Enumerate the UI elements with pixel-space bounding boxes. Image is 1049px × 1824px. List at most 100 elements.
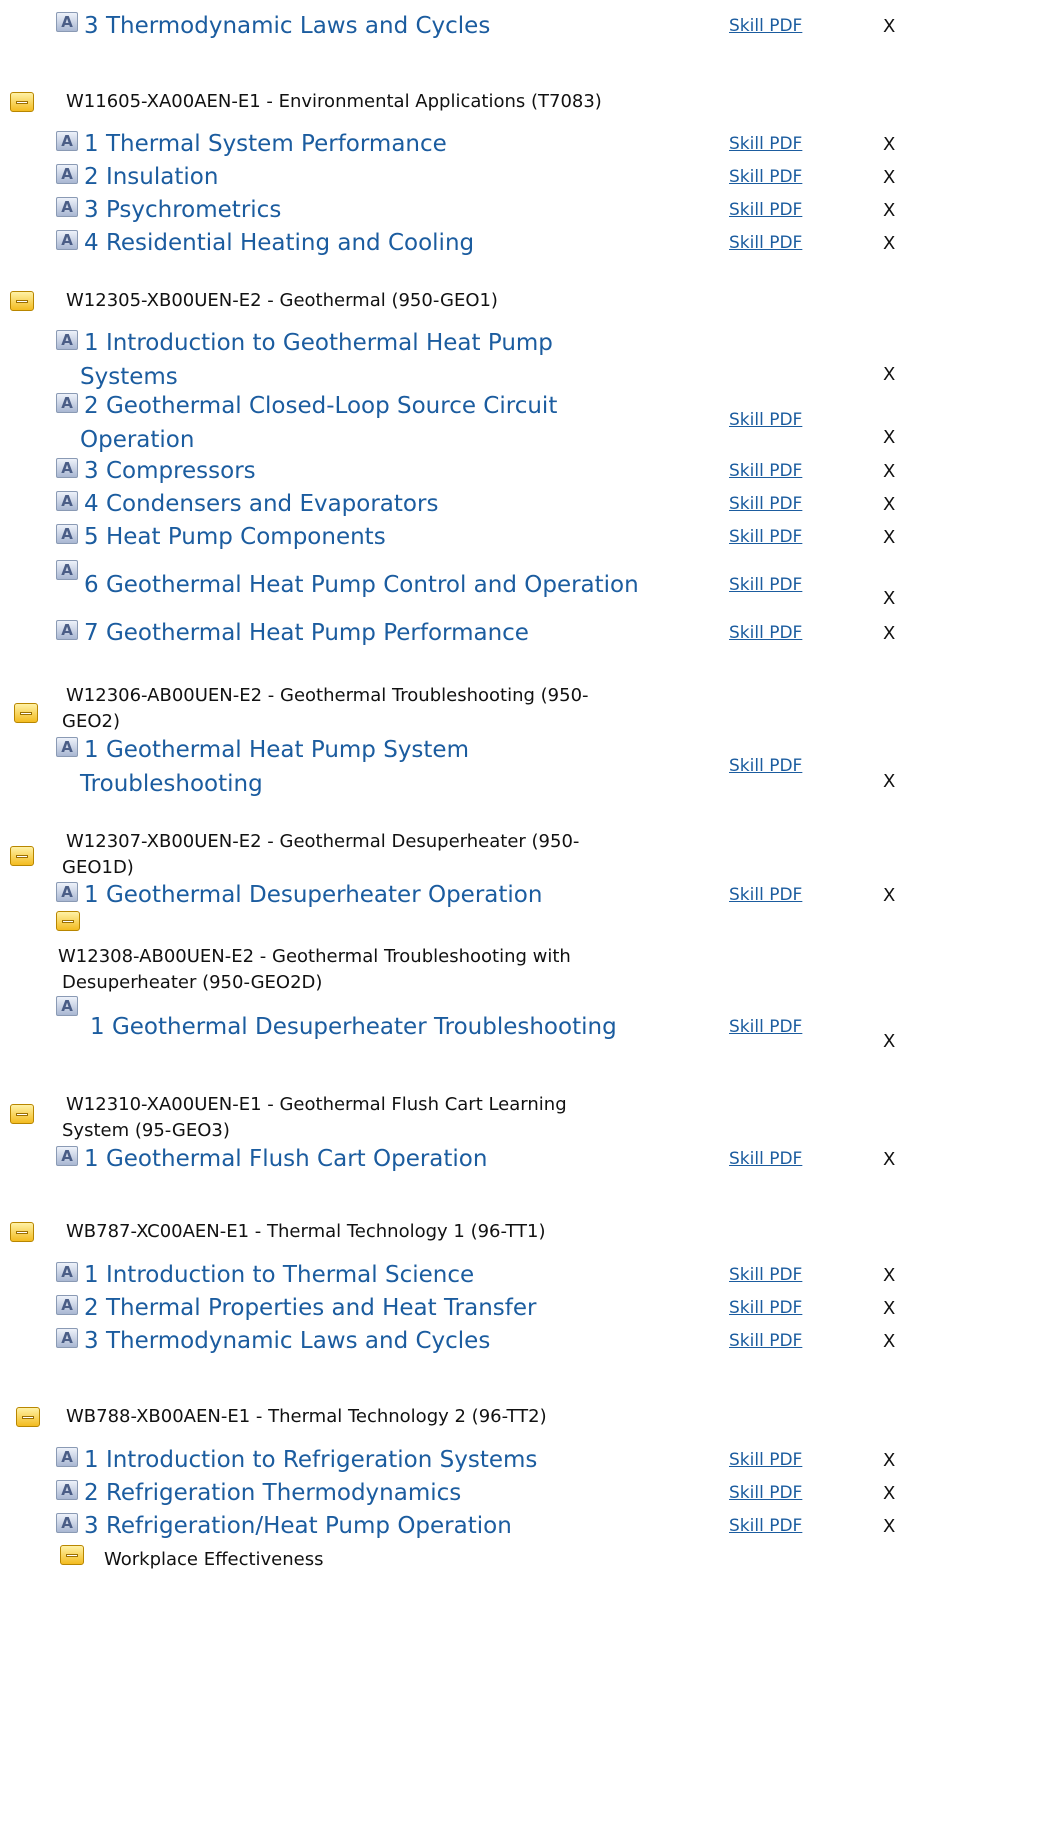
course-heading-line1: W12306-AB00UEN-E2 - Geothermal Troublesh…	[66, 685, 589, 706]
remove-x-button[interactable]: X	[883, 1483, 895, 1504]
course-title[interactable]: 1 Geothermal Desuperheater Troubleshooti…	[90, 1011, 617, 1043]
remove-x-button[interactable]: X	[883, 1516, 895, 1537]
activity-a-icon: A	[56, 1295, 78, 1315]
remove-x-button[interactable]: X	[883, 885, 895, 906]
course-heading: WB788-XB00AEN-E1 - Thermal Technology 2 …	[66, 1406, 547, 1427]
course-title-line1[interactable]: 1 Introduction to Geothermal Heat Pump	[84, 327, 553, 359]
course-title[interactable]: 3 Refrigeration/Heat Pump Operation	[84, 1510, 512, 1542]
skill-pdf-link[interactable]: Skill PDF	[729, 623, 802, 643]
course-title-line2[interactable]: Operation	[80, 424, 194, 456]
course-title[interactable]: 6 Geothermal Heat Pump Control and Opera…	[84, 569, 639, 601]
course-title[interactable]: 5 Heat Pump Components	[84, 521, 386, 553]
skill-pdf-link[interactable]: Skill PDF	[729, 575, 802, 595]
activity-a-icon: A	[56, 1480, 78, 1500]
course-title[interactable]: 2 Thermal Properties and Heat Transfer	[84, 1292, 536, 1324]
remove-x-button[interactable]: X	[883, 494, 895, 515]
activity-a-icon: A	[56, 737, 78, 757]
collapse-minus-icon[interactable]	[14, 703, 38, 723]
course-title[interactable]: 2 Refrigeration Thermodynamics	[84, 1477, 461, 1509]
course-title[interactable]: 7 Geothermal Heat Pump Performance	[84, 617, 529, 649]
skill-pdf-link[interactable]: Skill PDF	[729, 1017, 802, 1037]
skill-pdf-link[interactable]: Skill PDF	[729, 410, 802, 430]
collapse-minus-icon[interactable]	[10, 1104, 34, 1124]
skill-pdf-link[interactable]: Skill PDF	[729, 167, 802, 187]
remove-x-button[interactable]: X	[883, 461, 895, 482]
skill-pdf-link[interactable]: Skill PDF	[729, 494, 802, 514]
remove-x-button[interactable]: X	[883, 771, 895, 792]
course-heading-line1: W12310-XA00UEN-E1 - Geothermal Flush Car…	[66, 1094, 567, 1115]
course-title[interactable]: 4 Residential Heating and Cooling	[84, 227, 474, 259]
course-heading-line2: System (95-GEO3)	[62, 1120, 230, 1141]
course-heading-line1: W12308-AB00UEN-E2 - Geothermal Troublesh…	[58, 946, 571, 967]
course-title[interactable]: 3 Thermodynamic Laws and Cycles	[84, 1325, 490, 1357]
remove-x-button[interactable]: X	[883, 364, 895, 385]
skill-pdf-link[interactable]: Skill PDF	[729, 1265, 802, 1285]
collapse-minus-icon[interactable]	[60, 1545, 84, 1565]
remove-x-button[interactable]: X	[883, 427, 895, 448]
course-heading: WB787-XC00AEN-E1 - Thermal Technology 1 …	[66, 1221, 546, 1242]
course-title[interactable]: 2 Insulation	[84, 161, 218, 193]
course-title[interactable]: 4 Condensers and Evaporators	[84, 488, 438, 520]
skill-pdf-link[interactable]: Skill PDF	[729, 16, 802, 36]
skill-pdf-link[interactable]: Skill PDF	[729, 1483, 802, 1503]
course-title-line2[interactable]: Troubleshooting	[80, 768, 263, 800]
course-title[interactable]: 1 Geothermal Desuperheater Operation	[84, 879, 542, 911]
remove-x-button[interactable]: X	[883, 16, 895, 37]
skill-pdf-link[interactable]: Skill PDF	[729, 885, 802, 905]
course-heading: W11605-XA00AEN-E1 - Environmental Applic…	[66, 91, 602, 112]
skill-pdf-link[interactable]: Skill PDF	[729, 1331, 802, 1351]
course-title-line1[interactable]: 1 Geothermal Heat Pump System	[84, 734, 469, 766]
remove-x-button[interactable]: X	[883, 200, 895, 221]
activity-a-icon: A	[56, 458, 78, 478]
remove-x-button[interactable]: X	[883, 134, 895, 155]
course-heading: W12305-XB00UEN-E2 - Geothermal (950-GEO1…	[66, 290, 498, 311]
course-title-line2[interactable]: Systems	[80, 361, 178, 393]
skill-pdf-link[interactable]: Skill PDF	[729, 1149, 802, 1169]
remove-x-button[interactable]: X	[883, 1031, 895, 1052]
skill-pdf-link[interactable]: Skill PDF	[729, 1516, 802, 1536]
activity-a-icon: A	[56, 1447, 78, 1467]
activity-a-icon: A	[56, 12, 78, 32]
course-heading: Workplace Effectiveness	[104, 1549, 324, 1570]
activity-a-icon: A	[56, 882, 78, 902]
skill-pdf-link[interactable]: Skill PDF	[729, 1450, 802, 1470]
collapse-minus-icon[interactable]	[16, 1407, 40, 1427]
skill-pdf-link[interactable]: Skill PDF	[729, 200, 802, 220]
course-title[interactable]: 1 Thermal System Performance	[84, 128, 447, 160]
course-title[interactable]: 1 Geothermal Flush Cart Operation	[84, 1143, 487, 1175]
activity-a-icon: A	[56, 524, 78, 544]
collapse-minus-icon[interactable]	[10, 92, 34, 112]
activity-a-icon: A	[56, 560, 78, 580]
activity-a-icon: A	[56, 1146, 78, 1166]
remove-x-button[interactable]: X	[883, 1265, 895, 1286]
remove-x-button[interactable]: X	[883, 527, 895, 548]
remove-x-button[interactable]: X	[883, 1331, 895, 1352]
remove-x-button[interactable]: X	[883, 1149, 895, 1170]
collapse-minus-icon[interactable]	[56, 911, 80, 931]
skill-pdf-link[interactable]: Skill PDF	[729, 527, 802, 547]
skill-pdf-link[interactable]: Skill PDF	[729, 134, 802, 154]
remove-x-button[interactable]: X	[883, 1450, 895, 1471]
course-title[interactable]: 3 Compressors	[84, 455, 256, 487]
course-title[interactable]: 3 Thermodynamic Laws and Cycles	[84, 10, 490, 42]
course-title-line1[interactable]: 2 Geothermal Closed-Loop Source Circuit	[84, 390, 557, 422]
skill-pdf-link[interactable]: Skill PDF	[729, 461, 802, 481]
remove-x-button[interactable]: X	[883, 233, 895, 254]
collapse-minus-icon[interactable]	[10, 846, 34, 866]
remove-x-button[interactable]: X	[883, 167, 895, 188]
remove-x-button[interactable]: X	[883, 1298, 895, 1319]
remove-x-button[interactable]: X	[883, 623, 895, 644]
activity-a-icon: A	[56, 393, 78, 413]
skill-pdf-link[interactable]: Skill PDF	[729, 233, 802, 253]
course-title[interactable]: 1 Introduction to Refrigeration Systems	[84, 1444, 537, 1476]
course-title[interactable]: 1 Introduction to Thermal Science	[84, 1259, 474, 1291]
skill-pdf-link[interactable]: Skill PDF	[729, 756, 802, 776]
collapse-minus-icon[interactable]	[10, 1222, 34, 1242]
activity-a-icon: A	[56, 164, 78, 184]
course-title[interactable]: 3 Psychrometrics	[84, 194, 281, 226]
remove-x-button[interactable]: X	[883, 588, 895, 609]
activity-a-icon: A	[56, 197, 78, 217]
course-heading-line2: GEO2)	[62, 711, 120, 732]
skill-pdf-link[interactable]: Skill PDF	[729, 1298, 802, 1318]
collapse-minus-icon[interactable]	[10, 291, 34, 311]
